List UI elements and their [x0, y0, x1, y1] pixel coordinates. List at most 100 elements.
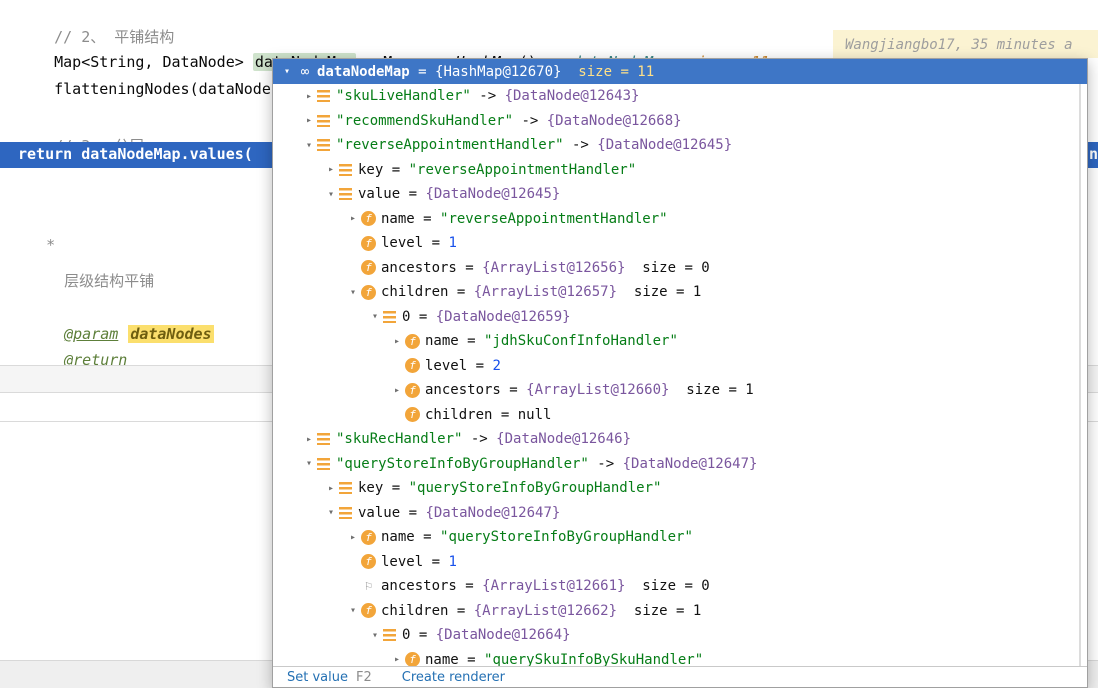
map-entry-icon: [339, 507, 352, 519]
chevron-right-icon[interactable]: ▸: [389, 385, 405, 396]
tree-text-plain: =: [423, 235, 448, 251]
chevron-right-icon[interactable]: ▸: [323, 483, 339, 494]
tree-row[interactable]: ▸ key = "reverseAppointmentHandler": [273, 158, 1087, 183]
map-entry-icon: [317, 433, 330, 445]
tree-text-ref: {DataNode@12645}: [597, 137, 732, 153]
chevron-down-icon[interactable]: ▾: [345, 287, 361, 298]
chevron-down-icon[interactable]: ▾: [279, 66, 295, 77]
field-icon: f: [405, 358, 420, 373]
tree-row[interactable]: ▸"skuRecHandler" -> {DataNode@12646}: [273, 427, 1087, 452]
field-icon: f: [405, 652, 420, 666]
tree-text-ref: {DataNode@12659}: [436, 309, 571, 325]
tree-text-plain: name: [425, 652, 459, 666]
tree-row[interactable]: ▾value = {DataNode@12647}: [273, 501, 1087, 526]
chevron-right-icon[interactable]: ▸: [389, 336, 405, 347]
chevron-down-icon[interactable]: ▾: [345, 605, 361, 616]
ide-window: // 2、 平铺结构 Map<String, DataNode> dataNod…: [0, 0, 1098, 688]
field-icon: f: [361, 236, 376, 251]
chevron-right-icon[interactable]: ▸: [323, 164, 339, 175]
tree-row[interactable]: ▸fancestors = {ArrayList@12660} size = 1: [273, 378, 1087, 403]
tree-row[interactable]: ▸fname = "queryStoreInfoByGroupHandler": [273, 525, 1087, 550]
tree-row[interactable]: ▾"queryStoreInfoByGroupHandler" -> {Data…: [273, 452, 1087, 477]
chevron-right-icon[interactable]: ▸: [389, 654, 405, 665]
tree-text-plain: =: [448, 603, 473, 619]
git-blame-annotation[interactable]: Wangjiangbo17, 35 minutes a: [845, 37, 1073, 53]
tree-text-str: "queryStoreInfoByGroupHandler": [440, 529, 693, 545]
tree-text-plain: name: [381, 211, 415, 227]
debugger-inspect-popup: ▾ ∞ dataNodeMap = {HashMap@12670} size =…: [272, 58, 1088, 688]
tree-text-ref: {ArrayList@12657}: [474, 284, 617, 300]
tree-row[interactable]: ▸"skuLiveHandler" -> {DataNode@12643}: [273, 84, 1087, 109]
tree-text-plain: size = 0: [625, 578, 709, 594]
tree-row[interactable]: ▾fchildren = {ArrayList@12657} size = 1: [273, 280, 1087, 305]
tree-text-ref: {ArrayList@12661}: [482, 578, 625, 594]
tree-text-ref: {DataNode@12647}: [623, 456, 758, 472]
field-icon: f: [405, 383, 420, 398]
chevron-right-icon[interactable]: ▸: [301, 434, 317, 445]
tree-text-plain: ->: [513, 113, 547, 129]
field-icon: f: [361, 211, 376, 226]
popup-footer: Set value F2 Create renderer: [273, 666, 1087, 687]
tree-text-plain: level: [425, 358, 467, 374]
field-icon: f: [361, 554, 376, 569]
comment-text: 层级结构平铺: [64, 272, 154, 290]
tree-text-plain: =: [415, 529, 440, 545]
tree-row[interactable]: ▸key = "queryStoreInfoByGroupHandler": [273, 476, 1087, 501]
tree-text-plain: ->: [589, 456, 623, 472]
tree-row[interactable]: fancestors = {ArrayList@12656} size = 0: [273, 256, 1087, 281]
chevron-down-icon[interactable]: ▾: [367, 630, 383, 641]
tree-text-plain: level: [381, 235, 423, 251]
tree-row[interactable]: flevel = 1: [273, 550, 1087, 575]
tree-row[interactable]: fchildren = null: [273, 403, 1087, 428]
tree-text-plain: key: [358, 162, 383, 178]
code-line-flattening[interactable]: flatteningNodes(dataNodes,: [18, 62, 289, 116]
tree-text-plain: level: [381, 554, 423, 570]
chevron-right-icon[interactable]: ▸: [345, 532, 361, 543]
tree-text-plain: ->: [471, 88, 505, 104]
tree-text-ref: {DataNode@12645}: [425, 186, 560, 202]
tree-row[interactable]: ▾fchildren = {ArrayList@12662} size = 1: [273, 599, 1087, 624]
chevron-right-icon[interactable]: ▸: [301, 115, 317, 126]
tree-text-ref: {ArrayList@12662}: [474, 603, 617, 619]
map-entry-icon: [339, 164, 352, 176]
map-entry-icon: [317, 115, 330, 127]
tree-text-str: "jdhSkuConfInfoHandler": [484, 333, 678, 349]
tree-text-str: "recommendSkuHandler": [336, 113, 513, 129]
scrollbar[interactable]: [1079, 84, 1081, 666]
tree-text-ref: {DataNode@12664}: [436, 627, 571, 643]
tree-row-root[interactable]: ▾ ∞ dataNodeMap = {HashMap@12670} size =…: [273, 59, 1087, 84]
tree-row[interactable]: ▸fname = "jdhSkuConfInfoHandler": [273, 329, 1087, 354]
tree-row[interactable]: ⚐ancestors = {ArrayList@12661} size = 0: [273, 574, 1087, 599]
chevron-down-icon[interactable]: ▾: [323, 507, 339, 518]
chevron-right-icon[interactable]: ▸: [345, 213, 361, 224]
chevron-down-icon[interactable]: ▾: [367, 311, 383, 322]
field-icon: f: [361, 260, 376, 275]
set-value-link[interactable]: Set value: [287, 670, 348, 685]
tree-text-plain: ->: [564, 137, 598, 153]
tree-row[interactable]: ▾0 = {DataNode@12659}: [273, 305, 1087, 330]
tree-row[interactable]: ▸fname = "querySkuInfoBySkuHandler": [273, 648, 1087, 667]
tree-row[interactable]: ▸"recommendSkuHandler" -> {DataNode@1266…: [273, 109, 1087, 134]
tree-text-plain: size = 1: [617, 603, 701, 619]
tree-text-plain: value: [358, 186, 400, 202]
chevron-down-icon[interactable]: ▾: [323, 189, 339, 200]
tree-row[interactable]: ▾value = {DataNode@12645}: [273, 182, 1087, 207]
tree-row[interactable]: flevel = 2: [273, 354, 1087, 379]
tree-text-plain: =: [410, 627, 435, 643]
tree-text-plain: =: [410, 309, 435, 325]
create-renderer-link[interactable]: Create renderer: [402, 670, 505, 685]
tree-row[interactable]: ▾ 0 = {DataNode@12664}: [273, 623, 1087, 648]
tree-row[interactable]: flevel = 1: [273, 231, 1087, 256]
tree-row[interactable]: ▾"reverseAppointmentHandler" -> {DataNod…: [273, 133, 1087, 158]
javadoc-description[interactable]: 层级结构平铺: [28, 252, 154, 309]
tree-text-num: 1: [448, 554, 456, 570]
chevron-down-icon[interactable]: ▾: [301, 458, 317, 469]
tree-text-plain: =: [383, 162, 408, 178]
tree-text-plain: children: [425, 407, 492, 423]
tree-text-str: "reverseAppointmentHandler": [409, 162, 637, 178]
chevron-down-icon[interactable]: ▾: [301, 140, 317, 151]
root-eq: =: [410, 64, 435, 80]
chevron-right-icon[interactable]: ▸: [301, 91, 317, 102]
tree-row[interactable]: ▸fname = "reverseAppointmentHandler": [273, 207, 1087, 232]
tree-text-plain: 0: [402, 627, 410, 643]
